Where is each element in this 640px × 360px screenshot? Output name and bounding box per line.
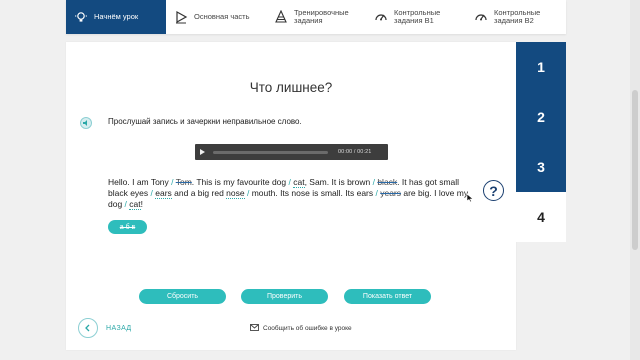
tab-control-b1[interactable]: Контрольные задания В1 — [366, 0, 466, 34]
exercise-number-2[interactable]: 2 — [516, 92, 566, 142]
back-arrow-icon[interactable] — [78, 318, 98, 338]
report-error-link[interactable]: Сообщить об ошибке в уроке — [250, 324, 352, 333]
page-title: Что лишнее? — [249, 80, 333, 95]
tab-label: Контрольные задания В2 — [494, 8, 541, 25]
gauge-icon — [374, 10, 388, 24]
exercise-number-3[interactable]: 3 — [516, 142, 566, 192]
keyboard-pill[interactable]: а б в — [108, 220, 147, 234]
mail-icon — [250, 324, 259, 333]
gauge-icon — [474, 10, 488, 24]
text-fragment: , Sam. It is brown — [304, 177, 373, 187]
text-fragment: ! — [140, 199, 143, 209]
word-option[interactable]: cat — [293, 177, 305, 188]
tab-label: Тренировочные задания — [294, 8, 349, 25]
mouse-cursor-icon — [466, 190, 474, 203]
tab-label: Начнём урок — [94, 12, 139, 22]
tab-start-lesson[interactable]: Начнём урок — [66, 0, 166, 34]
text-fragment: and a big red — [171, 188, 227, 198]
word-option[interactable]: cat — [129, 199, 141, 210]
audio-player[interactable]: 00:00 / 00:21 — [195, 144, 388, 160]
tab-training-tasks[interactable]: Тренировочные задания — [266, 0, 366, 34]
top-navigation: Начнём урок Основная часть Тренировочные… — [66, 0, 566, 34]
tab-label: Контрольные задания В1 — [394, 8, 441, 25]
text-fragment: Hello. I am Tony — [108, 177, 172, 187]
bulb-icon — [74, 10, 88, 24]
check-button[interactable]: Проверить — [241, 289, 328, 304]
text-fragment: mouth. Its nose is small. Its ears — [251, 188, 376, 198]
cone-icon — [274, 10, 288, 24]
play-icon — [174, 10, 188, 24]
help-button[interactable]: ? — [483, 180, 504, 201]
scrollbar-thumb[interactable] — [632, 90, 638, 250]
audio-time: 00:00 / 00:21 — [338, 149, 372, 155]
exercise-text: Hello. I am Tony / Tom. This is my favou… — [108, 177, 480, 210]
exercise-number-nav: 1 2 3 4 — [516, 42, 566, 242]
exercise-number-4[interactable]: 4 — [516, 192, 566, 242]
exercise-number-1[interactable]: 1 — [516, 42, 566, 92]
report-label: Сообщить об ошибке в уроке — [263, 325, 352, 332]
vertical-scrollbar[interactable] — [630, 0, 640, 360]
word-option-struck[interactable]: black — [377, 177, 397, 187]
word-option-struck[interactable]: years — [380, 188, 401, 198]
word-option[interactable]: nose — [226, 188, 245, 199]
text-fragment: . This is my favourite dog — [191, 177, 289, 187]
back-label: НАЗАД — [106, 324, 132, 332]
show-answer-button[interactable]: Показать ответ — [344, 289, 431, 304]
word-option[interactable]: ears — [155, 188, 172, 199]
audio-progress-bar[interactable] — [213, 150, 328, 154]
back-link[interactable]: НАЗАД — [78, 318, 132, 338]
reset-button[interactable]: Сбросить — [139, 289, 226, 304]
lesson-card: Что лишнее? Прослушай запись и зачеркни … — [66, 42, 516, 350]
speaker-icon[interactable] — [80, 117, 92, 129]
tab-control-b2[interactable]: Контрольные задания В2 — [466, 0, 566, 34]
word-option-struck[interactable]: Tom — [176, 177, 192, 187]
tab-main-part[interactable]: Основная часть — [166, 0, 266, 34]
tab-label: Основная часть — [194, 12, 250, 22]
play-icon[interactable] — [195, 144, 209, 160]
instruction-text: Прослушай запись и зачеркни неправильное… — [108, 117, 302, 126]
